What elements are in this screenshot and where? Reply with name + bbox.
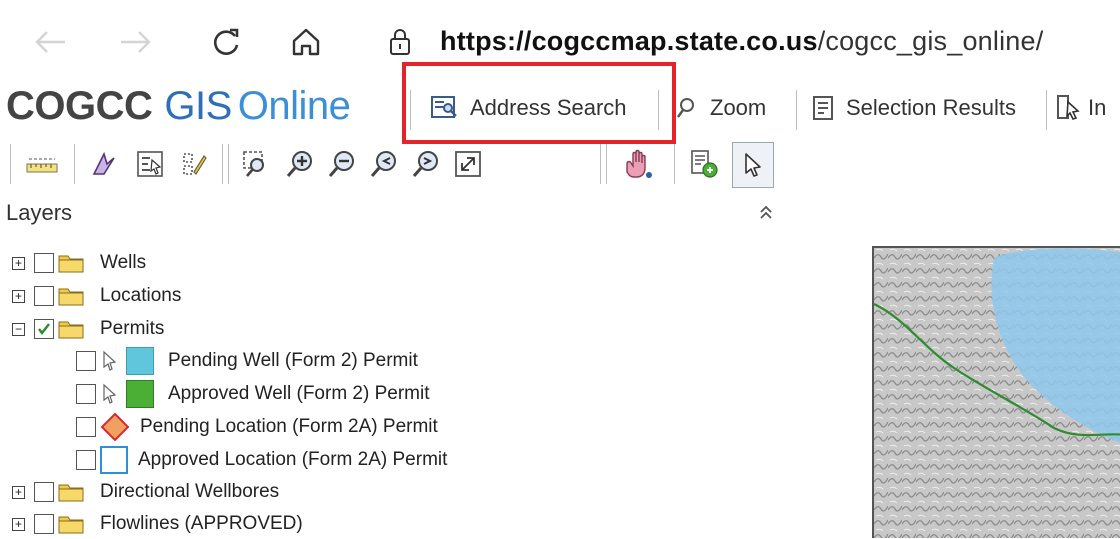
zoom-to-rectangle-icon[interactable] bbox=[238, 146, 274, 182]
toolbar-divider bbox=[674, 144, 675, 184]
selectable-cursor-icon bbox=[100, 350, 122, 372]
highlight-annotation bbox=[402, 62, 676, 144]
forward-arrow-icon[interactable] bbox=[116, 22, 156, 62]
layer-checkbox[interactable] bbox=[34, 286, 54, 306]
layer-checkbox[interactable] bbox=[76, 351, 96, 371]
pointer-icon[interactable] bbox=[732, 142, 774, 188]
back-arrow-icon[interactable] bbox=[30, 22, 70, 62]
folder-icon bbox=[58, 253, 84, 273]
expand-icon[interactable]: + bbox=[12, 289, 25, 303]
legend-square-approved-location bbox=[100, 446, 128, 474]
map-view[interactable] bbox=[872, 246, 1120, 538]
selectable-cursor-icon bbox=[100, 383, 122, 405]
refresh-icon[interactable] bbox=[206, 22, 246, 62]
expand-icon[interactable]: + bbox=[12, 485, 25, 499]
layer-checkbox[interactable] bbox=[76, 450, 96, 470]
layer-item-permits[interactable]: − Permits bbox=[12, 314, 164, 344]
layer-label: Flowlines (APPROVED) bbox=[100, 513, 303, 534]
pan-hand-icon[interactable] bbox=[620, 146, 656, 182]
measure-icon[interactable] bbox=[24, 146, 60, 182]
toolbar-divider bbox=[796, 90, 797, 130]
legend-swatch-approved-well bbox=[126, 380, 154, 408]
home-icon[interactable] bbox=[286, 22, 326, 62]
identify-label: In bbox=[1088, 95, 1107, 120]
layer-checkbox[interactable] bbox=[34, 514, 54, 534]
zoom-out-icon[interactable] bbox=[324, 146, 360, 182]
toolbar-divider bbox=[1046, 90, 1047, 130]
identify-icon bbox=[1056, 94, 1082, 122]
collapse-icon[interactable]: − bbox=[12, 322, 25, 336]
layer-item-flowlines[interactable]: + Flowlines (APPROVED) bbox=[12, 509, 303, 539]
selection-results-label: Selection Results bbox=[846, 95, 1016, 120]
toolbar-divider bbox=[10, 144, 11, 184]
layer-label: Pending Well (Form 2) Permit bbox=[168, 350, 418, 371]
expand-icon[interactable]: + bbox=[12, 517, 25, 531]
zoom-label: Zoom bbox=[710, 95, 767, 120]
edit-select-icon[interactable] bbox=[176, 146, 212, 182]
layer-item-pending-location-permit[interactable]: Pending Location (Form 2A) Permit bbox=[76, 412, 438, 442]
expand-icon[interactable]: + bbox=[12, 256, 25, 270]
select-by-attribute-icon[interactable] bbox=[132, 146, 168, 182]
layer-checkbox[interactable] bbox=[34, 482, 54, 502]
folder-icon bbox=[58, 514, 84, 534]
map-terrain bbox=[874, 248, 1120, 538]
layer-item-wells[interactable]: + Wells bbox=[12, 248, 146, 278]
layers-panel-title: Layers bbox=[6, 200, 73, 225]
brand-cogcc: COGCC bbox=[6, 84, 153, 128]
layer-label: Wells bbox=[100, 252, 147, 273]
layer-info-icon[interactable] bbox=[686, 146, 722, 182]
layer-item-pending-well-permit[interactable]: Pending Well (Form 2) Permit bbox=[76, 346, 418, 376]
layer-label: Locations bbox=[100, 285, 182, 306]
url-domain: https://cogccmap.state.co.us bbox=[440, 26, 818, 56]
layer-checkbox-checked[interactable] bbox=[34, 319, 54, 339]
full-extent-icon[interactable] bbox=[450, 146, 486, 182]
zoom-button[interactable]: Zoom bbox=[676, 88, 766, 128]
layer-label: Permits bbox=[100, 318, 165, 339]
layer-label: Pending Location (Form 2A) Permit bbox=[140, 416, 438, 437]
legend-swatch-pending-well bbox=[126, 347, 154, 375]
zoom-in-icon[interactable] bbox=[282, 146, 318, 182]
folder-icon bbox=[58, 482, 84, 502]
layer-checkbox[interactable] bbox=[76, 417, 96, 437]
url-path: /cogcc_gis_online/ bbox=[817, 26, 1044, 56]
collapse-panel-icon[interactable] bbox=[758, 204, 774, 225]
layer-label: Directional Wellbores bbox=[100, 481, 280, 502]
brand-online: Online bbox=[237, 84, 351, 128]
selection-results-icon bbox=[812, 95, 834, 121]
layer-checkbox[interactable] bbox=[76, 384, 96, 404]
toolbar-divider bbox=[222, 144, 223, 184]
folder-icon bbox=[58, 319, 84, 339]
app-logo: COGCC GIS Online bbox=[6, 84, 351, 129]
map-tools-toolbar bbox=[10, 140, 790, 188]
layer-item-approved-well-permit[interactable]: Approved Well (Form 2) Permit bbox=[76, 379, 430, 409]
folder-icon bbox=[58, 286, 84, 306]
layer-label: Approved Location (Form 2A) Permit bbox=[138, 449, 448, 470]
identify-button[interactable]: In bbox=[1056, 88, 1106, 128]
legend-diamond-pending-location bbox=[100, 412, 130, 442]
layer-item-approved-location-permit[interactable]: Approved Location (Form 2A) Permit bbox=[76, 445, 447, 475]
toolbar-divider bbox=[606, 144, 607, 184]
toolbar-divider bbox=[74, 144, 75, 184]
layer-item-locations[interactable]: + Locations bbox=[12, 281, 181, 311]
toolbar-divider bbox=[600, 144, 601, 184]
url-bar[interactable]: https://cogccmap.state.co.us/cogcc_gis_o… bbox=[440, 26, 1043, 57]
zoom-next-icon[interactable] bbox=[408, 146, 444, 182]
selection-results-button[interactable]: Selection Results bbox=[812, 88, 1016, 128]
layer-checkbox[interactable] bbox=[34, 253, 54, 273]
magnifier-icon bbox=[676, 96, 698, 120]
layer-label: Approved Well (Form 2) Permit bbox=[168, 383, 430, 404]
lock-icon[interactable] bbox=[380, 22, 420, 62]
zoom-previous-icon[interactable] bbox=[366, 146, 402, 182]
toolbar-divider bbox=[228, 144, 229, 184]
brand-gis: GIS bbox=[164, 84, 232, 128]
draw-icon[interactable] bbox=[86, 146, 122, 182]
layer-item-directional-wellbores[interactable]: + Directional Wellbores bbox=[12, 477, 279, 507]
